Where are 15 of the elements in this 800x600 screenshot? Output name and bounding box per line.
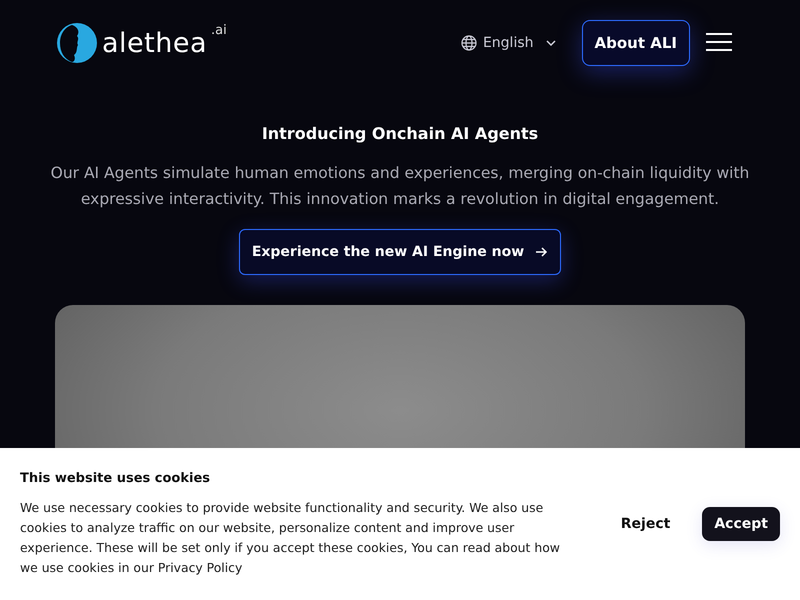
- about-button[interactable]: About ALI: [582, 20, 690, 66]
- accept-button[interactable]: Accept: [702, 507, 780, 541]
- reject-button[interactable]: Reject: [608, 507, 682, 541]
- globe-icon: [460, 35, 477, 51]
- cookie-title: This website uses cookies: [20, 470, 212, 486]
- language-selector[interactable]: English: [460, 35, 556, 51]
- chevron-down-icon: [546, 40, 556, 46]
- cta-button[interactable]: Experience the new AI Engine now: [238, 229, 562, 275]
- hero-title: Introducing Onchain AI Agents: [262, 124, 538, 143]
- logo-suffix: .ai: [211, 23, 227, 38]
- logo-icon: [56, 22, 98, 64]
- cookie-text: We use necessary cookies to provide website functionality and security. We also use cookies to analyze traffic on our website, personalize content and improve user experience. These will be set only if you accept these cookies, You can read about how we use cookies in our Privacy Policy: [20, 498, 561, 577]
- logo-text: alethea: [102, 28, 208, 58]
- arrow-right-icon: [536, 247, 548, 257]
- hero-description: Our AI Agents simulate human emotions and experiences, merging on-chain liquidity with expressive interactivity. This innovation marks a revolution in digital engagement.: [50, 163, 750, 210]
